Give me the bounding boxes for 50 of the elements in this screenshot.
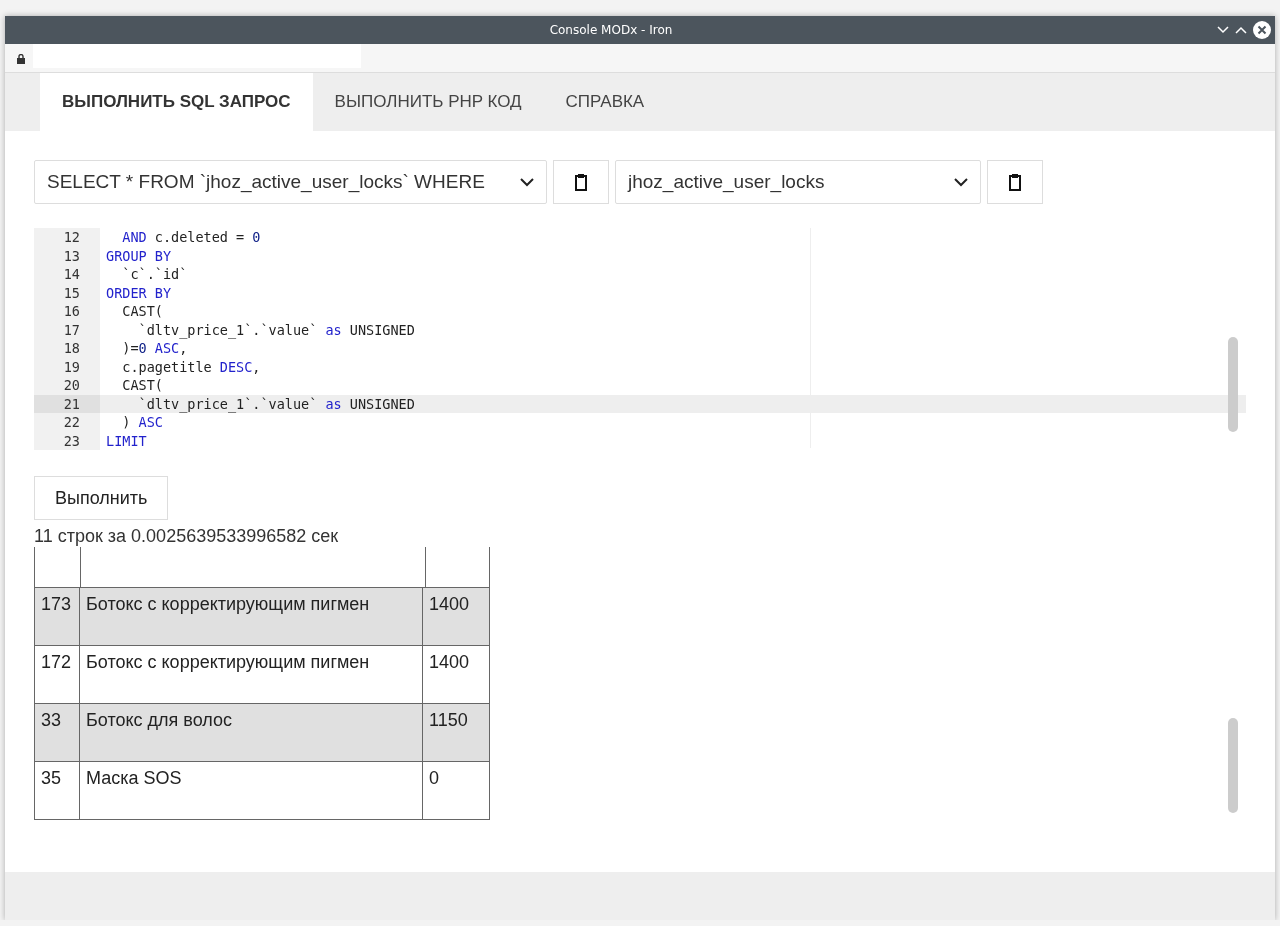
- lock-icon: [17, 54, 25, 64]
- chevron-icon: [520, 177, 534, 187]
- code-line: AND c.deleted = 0: [121, 228, 262, 247]
- code-line: ORDER BY: [105, 283, 173, 302]
- window-title: Console MODx - Iron: [548, 23, 674, 37]
- clipboard-icon: [574, 173, 588, 191]
- table-cell: 172: [34, 645, 80, 704]
- query-dropdown[interactable]: SELECT * FROM `jhoz_active_user_locks` WHERE: [34, 160, 547, 204]
- table-dropdown[interactable]: jhoz_active_user_locks: [615, 160, 981, 204]
- table-cell: 173: [34, 587, 80, 646]
- table-cell: 1150: [422, 703, 490, 762]
- tab[interactable]: СПРАВКА: [543, 73, 667, 131]
- table-cell: 33: [34, 703, 80, 762]
- table-cell: Ботокс с корректирующим пигмен: [79, 587, 423, 646]
- code-line: CAST(: [121, 302, 164, 321]
- code-line: `c`.`id`: [121, 265, 189, 284]
- address-field[interactable]: [33, 44, 361, 68]
- clipboard-button[interactable]: [553, 160, 609, 204]
- line-number: 12: [34, 228, 100, 247]
- code-line: CAST(: [121, 376, 164, 395]
- close-icon[interactable]: [1253, 21, 1271, 39]
- clipboard-button[interactable]: [987, 160, 1043, 204]
- code-line: `dltv_price_1`.`value` as UNSIGNED: [137, 320, 416, 339]
- code-line: ) ASC: [121, 413, 164, 432]
- table-cell: 0: [422, 761, 490, 820]
- result-summary: 11 строк за 0.0025639533996582 сек: [34, 526, 340, 547]
- table-cell: 35: [34, 761, 80, 820]
- scrollbar[interactable]: [1228, 718, 1238, 813]
- line-number: 20: [34, 376, 100, 395]
- line-number: 16: [34, 302, 100, 321]
- table-cell: Ботокс с корректирующим пигмен: [79, 645, 423, 704]
- tab[interactable]: ВЫПОЛНИТЬ SQL ЗАПРОС: [40, 73, 313, 131]
- run-button[interactable]: Выполнить: [34, 476, 169, 520]
- table-cell: 1400: [422, 587, 490, 646]
- code-line: LIMIT: [105, 431, 148, 450]
- line-number: 18: [34, 339, 100, 358]
- minimize-icon[interactable]: [1217, 26, 1229, 34]
- table-cell: 1400: [422, 645, 490, 704]
- scrollbar[interactable]: [1228, 337, 1238, 432]
- code-line: GROUP BY: [105, 246, 173, 265]
- code-line: )=0 ASC,: [121, 339, 189, 358]
- tab[interactable]: ВЫПОЛНИТЬ PHP КОД: [312, 73, 544, 131]
- maximize-icon[interactable]: [1235, 26, 1247, 34]
- chevron-icon: [954, 177, 968, 187]
- clipboard-icon: [1008, 173, 1022, 191]
- line-number: 14: [34, 265, 100, 284]
- line-number: 22: [34, 413, 100, 432]
- table-cell: Маска SOS: [79, 761, 423, 820]
- code-line: c.pagetitle DESC,: [121, 357, 262, 376]
- table-cell: Ботокс для волос: [79, 703, 423, 762]
